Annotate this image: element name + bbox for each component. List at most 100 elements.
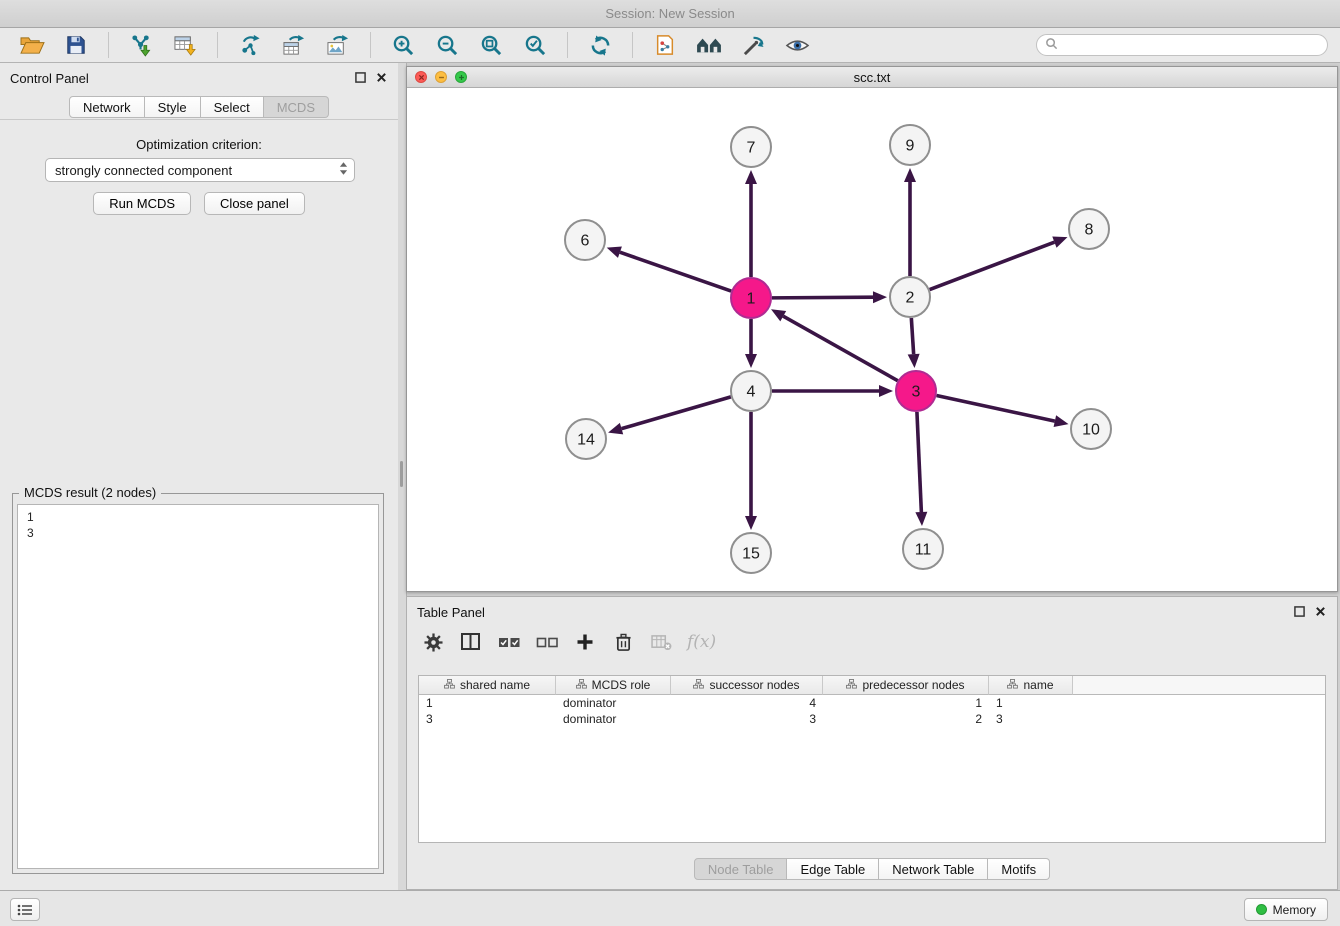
graph-edge-arrowhead bbox=[904, 168, 916, 182]
apply-style-icon[interactable] bbox=[735, 30, 771, 60]
tab-network-table[interactable]: Network Table bbox=[879, 858, 988, 880]
zoom-fit-icon[interactable] bbox=[473, 30, 509, 60]
graph-edge-arrowhead bbox=[607, 247, 622, 258]
task-history-icon[interactable] bbox=[10, 898, 40, 921]
table-body: 1dominator4113dominator323 bbox=[419, 695, 1325, 727]
graph-edge-4-14[interactable] bbox=[622, 397, 731, 429]
column-header-shared-name[interactable]: shared name bbox=[419, 676, 556, 695]
graph-edge-arrowhead bbox=[745, 170, 757, 184]
zoom-in-icon[interactable] bbox=[385, 30, 421, 60]
graph-edge-3-10[interactable] bbox=[937, 395, 1055, 421]
memory-button-label: Memory bbox=[1273, 903, 1316, 917]
control-panel: Control Panel NetworkStyleSelectMCDS Opt… bbox=[0, 63, 399, 890]
tab-motifs[interactable]: Motifs bbox=[988, 858, 1050, 880]
graph-edge-1-2[interactable] bbox=[772, 297, 873, 298]
save-session-icon[interactable] bbox=[58, 30, 94, 60]
table-cell[interactable]: 1 bbox=[823, 695, 989, 711]
graph-edge-1-6[interactable] bbox=[620, 252, 731, 291]
column-sort-icon bbox=[1007, 678, 1018, 692]
window-title: Session: New Session bbox=[605, 6, 734, 21]
graph-edge-2-8[interactable] bbox=[930, 242, 1055, 289]
open-folder-icon[interactable] bbox=[14, 30, 50, 60]
tab-edge-table[interactable]: Edge Table bbox=[787, 858, 879, 880]
graph-edge-arrowhead bbox=[915, 512, 927, 526]
status-bar: Memory bbox=[0, 890, 1340, 926]
table-cell[interactable]: 3 bbox=[419, 711, 556, 727]
table-cell[interactable]: 4 bbox=[671, 695, 823, 711]
zoom-out-icon[interactable] bbox=[429, 30, 465, 60]
export-image-icon[interactable] bbox=[320, 30, 356, 60]
tab-style[interactable]: Style bbox=[145, 96, 201, 118]
table-panel: Table Panel f(x) shared nameMCDS rolesuc… bbox=[406, 596, 1338, 890]
control-panel-title: Control Panel bbox=[10, 71, 89, 86]
table-row[interactable]: 3dominator323 bbox=[419, 711, 1325, 727]
search-input[interactable] bbox=[1063, 37, 1327, 53]
graph-node-label-4: 4 bbox=[747, 384, 756, 401]
main-toolbar bbox=[0, 28, 1340, 63]
add-column-icon[interactable] bbox=[573, 627, 597, 657]
column-sort-icon bbox=[846, 678, 857, 692]
optimization-criterion-dropdown[interactable]: strongly connected component bbox=[45, 158, 355, 182]
split-columns-icon[interactable] bbox=[459, 627, 483, 657]
mcds-result-list[interactable]: 1 3 bbox=[17, 504, 379, 869]
network-window-title: scc.txt bbox=[407, 70, 1337, 85]
network-canvas[interactable]: 7968124314101511 bbox=[407, 88, 1337, 591]
column-header-mcds-role[interactable]: MCDS role bbox=[556, 676, 671, 695]
table-cell[interactable]: dominator bbox=[556, 711, 671, 727]
graph-edge-2-3[interactable] bbox=[911, 318, 913, 354]
column-header-filler bbox=[1073, 676, 1325, 695]
graph-node-label-10: 10 bbox=[1082, 422, 1100, 439]
toolbar-separator bbox=[217, 32, 218, 58]
export-network-icon[interactable] bbox=[232, 30, 268, 60]
table-cell[interactable]: 3 bbox=[671, 711, 823, 727]
import-table-icon[interactable] bbox=[167, 30, 203, 60]
tab-node-table[interactable]: Node Table bbox=[694, 858, 788, 880]
delete-column-icon[interactable] bbox=[611, 627, 635, 657]
export-table-icon[interactable] bbox=[276, 30, 312, 60]
close-panel-button[interactable]: Close panel bbox=[204, 192, 305, 215]
graph-edge-arrowhead bbox=[908, 354, 920, 368]
new-network-from-selection-icon[interactable] bbox=[647, 30, 683, 60]
table-cell[interactable]: 1 bbox=[989, 695, 1073, 711]
graph-node-label-7: 7 bbox=[747, 140, 756, 157]
graph-edge-arrowhead bbox=[1052, 237, 1067, 248]
graph-edge-3-11[interactable] bbox=[917, 412, 921, 512]
gear-icon[interactable] bbox=[421, 627, 445, 657]
select-all-checkboxes-icon[interactable] bbox=[497, 627, 521, 657]
tab-network[interactable]: Network bbox=[69, 96, 145, 118]
clear-all-checkboxes-icon[interactable] bbox=[535, 627, 559, 657]
graph-edge-3-1[interactable] bbox=[783, 316, 897, 381]
close-panel-icon[interactable] bbox=[375, 71, 388, 84]
table-row[interactable]: 1dominator411 bbox=[419, 695, 1325, 711]
function-builder-icon: f(x) bbox=[687, 627, 716, 657]
graph-node-label-2: 2 bbox=[906, 290, 915, 307]
tab-select[interactable]: Select bbox=[201, 96, 264, 118]
table-panel-title: Table Panel bbox=[417, 605, 485, 620]
table-cell[interactable]: 3 bbox=[989, 711, 1073, 727]
toolbar-separator bbox=[108, 32, 109, 58]
column-header-name[interactable]: name bbox=[989, 676, 1073, 695]
refresh-icon[interactable] bbox=[582, 30, 618, 60]
table-cell[interactable]: dominator bbox=[556, 695, 671, 711]
close-table-panel-icon[interactable] bbox=[1314, 605, 1327, 618]
zoom-selected-icon[interactable] bbox=[517, 30, 553, 60]
graph-node-label-15: 15 bbox=[742, 546, 760, 563]
node-table: shared nameMCDS rolesuccessor nodesprede… bbox=[418, 675, 1326, 843]
import-network-icon[interactable] bbox=[123, 30, 159, 60]
float-table-panel-icon[interactable] bbox=[1293, 605, 1306, 618]
run-mcds-button[interactable]: Run MCDS bbox=[93, 192, 191, 215]
search-field[interactable] bbox=[1036, 34, 1328, 56]
first-neighbors-icon[interactable] bbox=[691, 30, 727, 60]
tab-mcds[interactable]: MCDS bbox=[264, 96, 329, 118]
graph-edge-arrowhead bbox=[1054, 415, 1069, 427]
float-panel-icon[interactable] bbox=[354, 71, 367, 84]
table-cell[interactable]: 1 bbox=[419, 695, 556, 711]
show-hide-graphics-icon[interactable] bbox=[779, 30, 815, 60]
memory-button[interactable]: Memory bbox=[1244, 898, 1328, 921]
network-window-titlebar: scc.txt bbox=[407, 67, 1337, 88]
column-header-predecessor-nodes[interactable]: predecessor nodes bbox=[823, 676, 989, 695]
column-sort-icon bbox=[693, 678, 704, 692]
column-header-successor-nodes[interactable]: successor nodes bbox=[671, 676, 823, 695]
control-panel-tabs: NetworkStyleSelectMCDS bbox=[0, 96, 398, 118]
table-cell[interactable]: 2 bbox=[823, 711, 989, 727]
